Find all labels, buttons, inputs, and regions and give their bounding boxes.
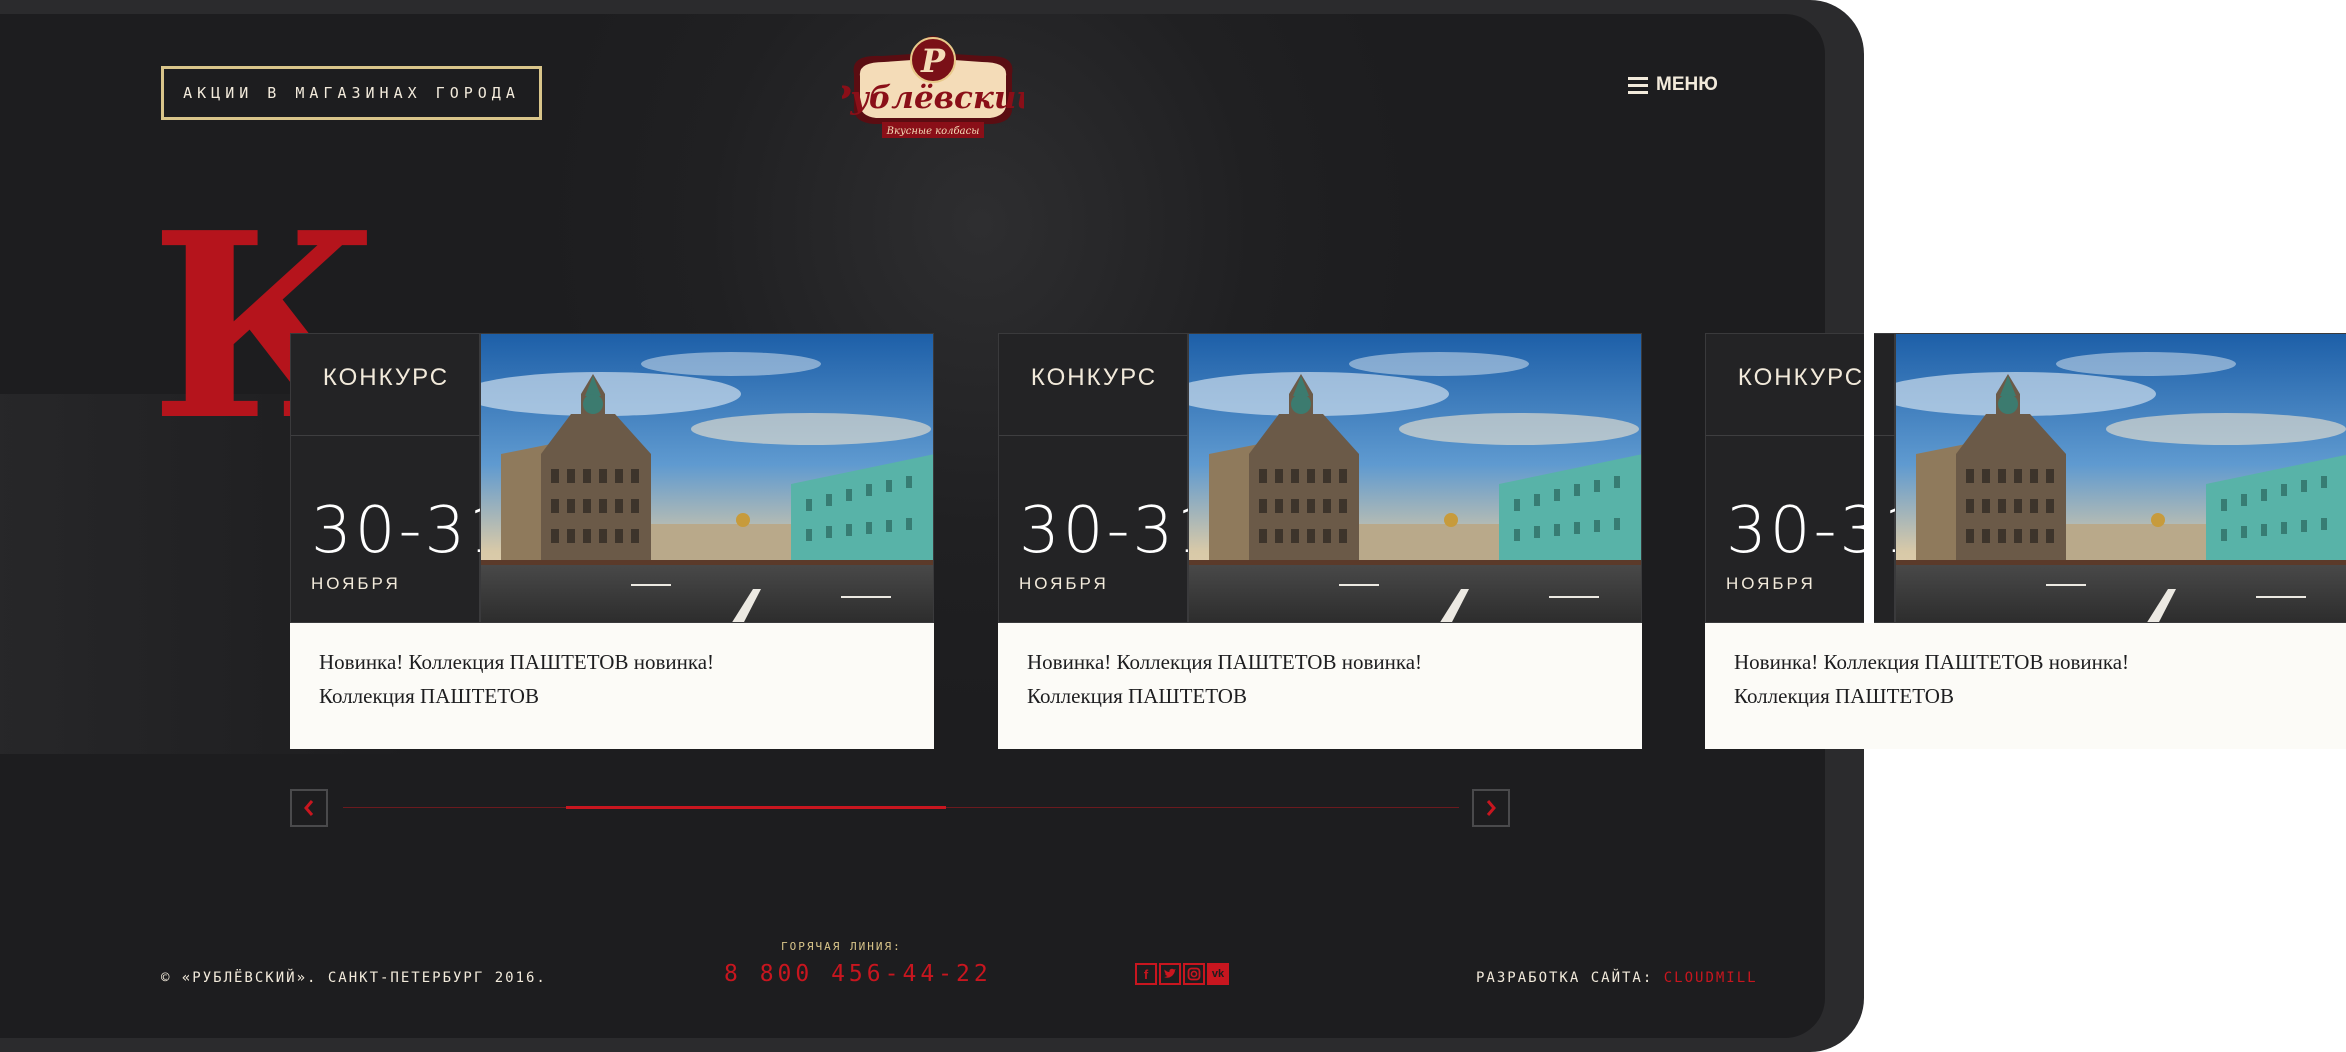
svg-text:Вкусные колбасы: Вкусные колбасы: [886, 126, 980, 137]
card-text-line: Новинка! Коллекция ПАШТЕТОВ новинка!: [319, 650, 715, 674]
card-text-line: Коллекция ПАШТЕТОВ: [319, 684, 539, 708]
facebook-icon[interactable]: f: [1135, 963, 1157, 985]
developer-label: РАЗРАБОТКА САЙТА:: [1476, 970, 1654, 986]
card-text-line: Коллекция ПАШТЕТОВ: [1734, 684, 1954, 708]
slider-next-button[interactable]: [1472, 789, 1510, 827]
chevron-right-icon: [1486, 800, 1496, 816]
card-category: КОНКУРС: [322, 364, 450, 391]
card-description: Новинка! Коллекция ПАШТЕТОВ новинка! Кол…: [290, 623, 934, 749]
copyright-text: © «РУБЛЁВСКИЙ». САНКТ-ПЕТЕРБУРГ 2016.: [161, 970, 547, 986]
promo-card[interactable]: КОНКУРС 30-31 НОЯБРЯ Новинка! Коллекция …: [290, 333, 934, 749]
twitter-icon[interactable]: [1159, 963, 1181, 985]
svg-text:Р: Р: [920, 42, 946, 80]
card-category: КОНКУРС: [1030, 364, 1158, 391]
card-divider: [291, 435, 481, 436]
hamburger-icon: [1628, 76, 1648, 94]
card-description: Новинка! Коллекция ПАШТЕТОВ новинка! Кол…: [1705, 623, 2346, 749]
social-links: f vk: [1135, 963, 1229, 985]
card-photo: [480, 333, 934, 623]
card-photo: [1895, 333, 2346, 623]
city-promotions-button[interactable]: АКЦИИ В МАГАЗИНАХ ГОРОДА: [161, 66, 542, 120]
card-text-line: Новинка! Коллекция ПАШТЕТОВ новинка!: [1027, 650, 1423, 674]
card-info-panel: КОНКУРС 30-31 НОЯБРЯ: [290, 333, 509, 623]
card-month: НОЯБРЯ: [311, 574, 401, 593]
card-description: Новинка! Коллекция ПАШТЕТОВ новинка! Кол…: [998, 623, 1642, 749]
svg-text:Рублёвский: Рублёвский: [842, 80, 1024, 116]
card-photo: [1188, 333, 1642, 623]
promo-card[interactable]: КОНКУРС 30-31 НОЯБРЯ Новинка! Коллекция …: [1705, 333, 2346, 749]
card-info-panel: КОНКУРС 30-31 НОЯБРЯ: [998, 333, 1217, 623]
card-month: НОЯБРЯ: [1726, 574, 1816, 593]
slider-prev-button[interactable]: [290, 789, 328, 827]
instagram-icon[interactable]: [1183, 963, 1205, 985]
slider-progress-track[interactable]: [343, 806, 1459, 809]
card-month: НОЯБРЯ: [1019, 574, 1109, 593]
card-text-line: Новинка! Коллекция ПАШТЕТОВ новинка!: [1734, 650, 2130, 674]
frame-edge-gap: [1864, 333, 1874, 623]
vk-icon[interactable]: vk: [1207, 963, 1229, 985]
logo[interactable]: Р Рублёвский Вкусные колбасы: [826, 34, 1039, 152]
card-divider: [999, 435, 1189, 436]
promo-card-overflow: КОНКУРС 30-31 НОЯБРЯ Новинка! Коллекция …: [1705, 333, 2346, 749]
hotline-phone-link[interactable]: 8 800 456-44-22: [724, 961, 992, 987]
promo-card[interactable]: КОНКУРС 30-31 НОЯБРЯ Новинка! Коллекция …: [998, 333, 1642, 749]
site-developer: РАЗРАБОТКА САЙТА: CLOUDMILL: [1476, 970, 1758, 986]
card-text-line: Коллекция ПАШТЕТОВ: [1027, 684, 1247, 708]
hotline-label: ГОРЯЧАЯ ЛИНИЯ:: [781, 940, 902, 953]
menu-label: МЕНЮ: [1656, 74, 1718, 95]
developer-link[interactable]: CLOUDMILL: [1664, 970, 1758, 986]
menu-button[interactable]: МЕНЮ: [1628, 74, 1718, 96]
chevron-left-icon: [304, 800, 314, 816]
slider-progress-fill: [566, 806, 946, 809]
